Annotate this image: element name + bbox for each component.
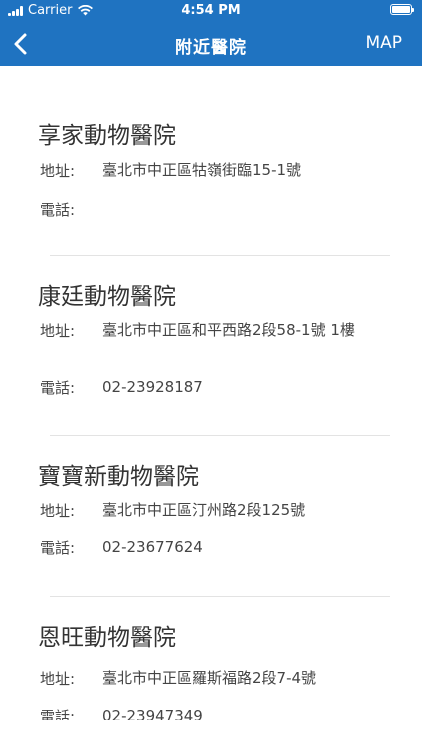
- clinic-name: 康廷動物醫院: [38, 284, 176, 310]
- phone-label: 電話:: [40, 708, 76, 720]
- clinic-phone[interactable]: 02-23928187: [102, 377, 364, 397]
- clinic-list[interactable]: 享家動物醫院 地址: 臺北市中正區牯嶺街臨15-1號 電話: 康廷動物醫院 地址…: [0, 66, 422, 720]
- status-time: 4:54 PM: [181, 3, 241, 18]
- phone-label: 電話:: [40, 379, 76, 397]
- map-button[interactable]: MAP: [365, 33, 402, 53]
- address-label: 地址:: [40, 162, 76, 180]
- clinic-name: 寶寶新動物醫院: [38, 464, 199, 490]
- list-divider: [50, 435, 390, 436]
- address-label: 地址:: [40, 502, 76, 520]
- clinic-name: 恩旺動物醫院: [38, 625, 176, 651]
- clinic-name: 享家動物醫院: [38, 123, 176, 149]
- clinic-phone[interactable]: 02-23947349: [102, 706, 364, 720]
- phone-label: 電話:: [40, 539, 76, 557]
- clinic-address: 臺北市中正區和平西路2段58-1號 1樓: [102, 321, 355, 339]
- battery-full-icon: [390, 4, 414, 15]
- page-title: 附近醫院: [175, 38, 247, 58]
- nav-bar: 附近醫院 MAP: [0, 22, 422, 66]
- clinic-address: 臺北市中正區汀州路2段125號: [102, 501, 306, 519]
- address-label: 地址:: [40, 670, 76, 688]
- list-divider: [50, 255, 390, 256]
- clinic-phone[interactable]: 02-23677624: [102, 537, 364, 557]
- clinic-address: 臺北市中正區羅斯福路2段7-4號: [102, 669, 317, 687]
- address-label: 地址:: [40, 322, 76, 340]
- phone-label: 電話:: [40, 201, 76, 219]
- list-divider: [50, 596, 390, 597]
- status-bar: Carrier 4:54 PM: [0, 0, 422, 22]
- clinic-address: 臺北市中正區牯嶺街臨15-1號: [102, 161, 302, 179]
- app-header: Carrier 4:54 PM 附近醫院 MAP: [0, 0, 422, 66]
